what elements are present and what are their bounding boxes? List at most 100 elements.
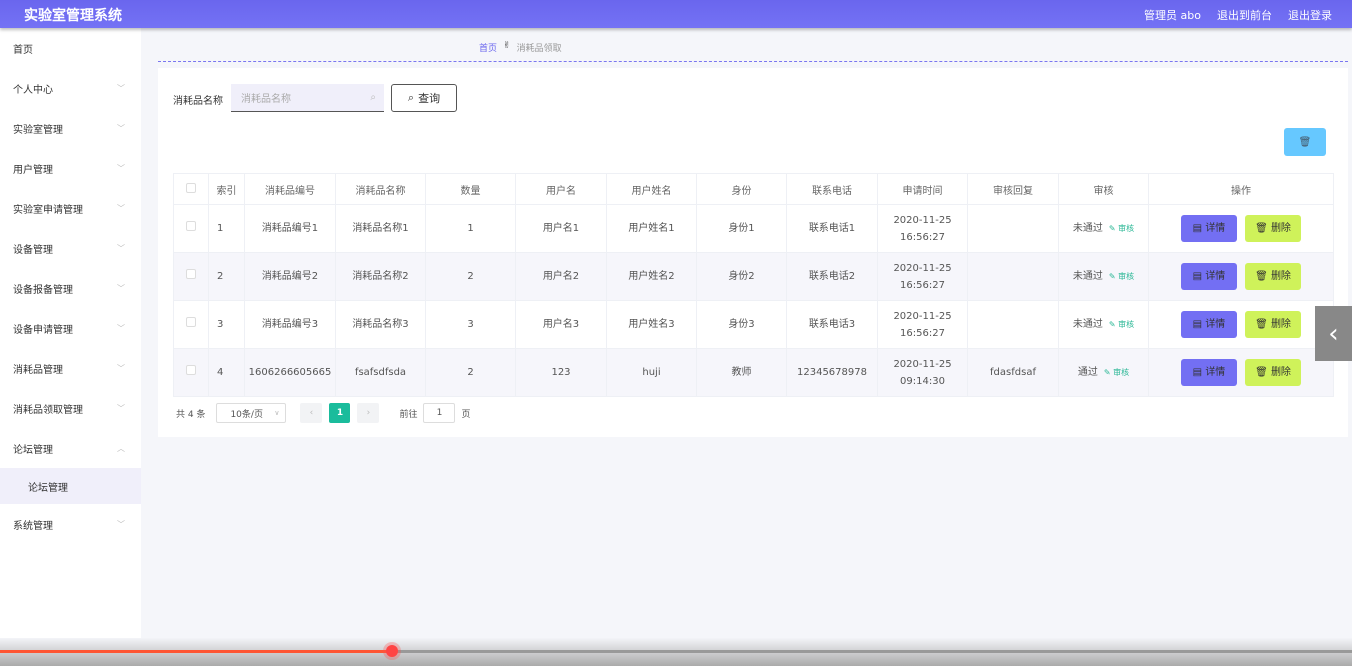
page-size-select[interactable]: 10条/页 ∨ [216,403,287,423]
next-page-button[interactable]: › [357,403,380,423]
page-suffix: 页 [461,409,471,420]
table-cell: 4 [208,348,245,397]
video-progress-bar[interactable] [0,638,1352,666]
sidebar-item-label: 用户管理 [13,164,53,176]
row-checkbox[interactable] [173,300,209,349]
table-cell: 身份3 [696,300,787,349]
logout-link[interactable]: 退出登录 [1288,7,1332,23]
table-row: 2 消耗品编号2 消耗品名称2 2 用户名2 用户姓名2 身份2 联系电话2 2020-11-2… [173,252,1334,301]
sidebar-subitem-label: 论坛管理 [28,482,68,494]
sidebar-item-label: 个人中心 [13,84,53,96]
table-cell: 消耗品编号2 [244,252,336,301]
table-cell: 用户姓名2 [606,252,697,301]
sidebar-item-label: 首页 [13,44,33,56]
table-cell: 消耗品名称1 [335,204,426,253]
column-header: 消耗品名称 [335,173,426,205]
audit-label: 审核 [1113,368,1130,377]
page-1-button[interactable]: 1 [329,403,351,423]
detail-label: 详情 [1205,223,1226,234]
audit-cell: 未通过 ✎ 审核 [1058,204,1149,253]
delete-label: 删除 [1270,319,1291,330]
sidebar-item[interactable]: 消耗品管理 ﹀ [0,348,141,388]
table-cell: 用户名3 [515,300,607,349]
audit-status: 通过 [1077,367,1098,378]
sidebar-item-system[interactable]: 系统管理 ﹀ [0,504,141,544]
select-all-checkbox[interactable] [173,173,209,205]
table-cell: 2020-11-25 16:56:27 [877,252,968,301]
delete-button[interactable]: 🗑 删除 [1245,263,1301,290]
audit-status: 未通过 [1072,271,1103,282]
sidebar-item[interactable]: 设备报备管理 ﹀ [0,268,141,308]
sidebar-item-label: 论坛管理 [13,444,53,456]
sidebar-item[interactable]: 论坛管理 ︿ [0,428,141,468]
search-input[interactable]: 消耗品名称 ⌕ [231,84,384,112]
audit-link[interactable]: ✎ 审核 [1109,272,1134,281]
audit-status: 未通过 [1072,223,1103,234]
delete-label: 删除 [1270,367,1291,378]
content-card: 消耗品名称 消耗品名称 ⌕ ⌕ 查询 🗑 索引 消耗品编号 消耗品名称 数量 用户名 用户… [158,68,1348,437]
exit-to-front-link[interactable]: 退出到前台 [1217,7,1272,23]
table-cell: fdasfdsaf [967,348,1059,397]
chevron-down-icon: ﹀ [117,163,125,173]
admin-user-label: 管理员 abo [1144,9,1201,22]
table-cell: huji [606,348,697,397]
breadcrumb: 首页 ✌ 消耗品领取 [479,41,562,54]
sidebar-item[interactable]: 设备管理 ﹀ [0,228,141,268]
table-cell: 12345678978 [786,348,878,397]
sidebar-item[interactable]: 设备申请管理 ﹀ [0,308,141,348]
table-cell: fsafsdfsda [335,348,426,397]
trash-icon: 🗑 [1298,136,1312,148]
table-cell [967,300,1059,349]
row-checkbox[interactable] [173,204,209,253]
progress-handle[interactable] [386,645,399,657]
goto-page-input[interactable]: 1 [423,403,456,423]
audit-link[interactable]: ✎ 审核 [1109,224,1134,233]
chevron-left-icon: ‹ [1328,318,1339,349]
query-button[interactable]: ⌕ 查询 [391,84,457,112]
bulk-delete-button[interactable]: 🗑 [1284,128,1326,156]
chevron-down-icon: ﹀ [117,83,125,93]
sidebar-item-label: 实验室申请管理 [13,204,83,216]
delete-button[interactable]: 🗑 删除 [1245,359,1301,386]
table-cell: 消耗品名称3 [335,300,426,349]
sidebar-item[interactable]: 个人中心 ﹀ [0,68,141,108]
sidebar-item[interactable]: 实验室申请管理 ﹀ [0,188,141,228]
row-checkbox[interactable] [173,252,209,301]
sidebar-item[interactable]: 首页 [0,28,141,68]
detail-button[interactable]: ▤ 详情 [1181,311,1237,338]
search-label: 消耗品名称 [173,96,223,107]
audit-link[interactable]: ✎ 审核 [1109,320,1134,329]
table-cell: 联系电话1 [786,204,878,253]
detail-button[interactable]: ▤ 详情 [1181,359,1237,386]
row-checkbox[interactable] [173,348,209,397]
actions-cell: ▤ 详情 🗑 删除 [1148,348,1334,397]
breadcrumb-home[interactable]: 首页 [479,41,497,54]
delete-button[interactable]: 🗑 删除 [1245,311,1301,338]
sidebar-subitem-forum[interactable]: 论坛管理 [0,468,141,504]
table-cell: 2 [425,348,516,397]
audit-status: 未通过 [1072,319,1103,330]
collapse-panel-button[interactable]: ‹ [1315,306,1352,361]
chevron-down-icon: ﹀ [117,363,125,373]
table-cell: 消耗品名称2 [335,252,426,301]
detail-button[interactable]: ▤ 详情 [1181,215,1237,242]
pagination: 共 4 条 10条/页 ∨ ‹ 1 › 前往 1 页 [176,403,470,423]
app-title: 实验室管理系统 [24,8,122,24]
sidebar-item[interactable]: 实验室管理 ﹀ [0,108,141,148]
prev-page-button[interactable]: ‹ [300,403,323,423]
column-header: 申请时间 [877,173,968,205]
sidebar-item[interactable]: 消耗品领取管理 ﹀ [0,388,141,428]
table-cell: 身份2 [696,252,787,301]
hand-icon: ✌ [503,41,511,51]
audit-label: 审核 [1118,272,1135,281]
table-cell: 消耗品编号3 [244,300,336,349]
goto-label: 前往 [399,409,418,420]
table-cell: 3 [425,300,516,349]
chevron-down-icon: ﹀ [117,323,125,333]
sidebar-item[interactable]: 用户管理 ﹀ [0,148,141,188]
audit-link[interactable]: ✎ 审核 [1104,368,1129,377]
detail-button[interactable]: ▤ 详情 [1181,263,1237,290]
table-cell: 2 [208,252,245,301]
table-cell [967,204,1059,253]
delete-button[interactable]: 🗑 删除 [1245,215,1301,242]
